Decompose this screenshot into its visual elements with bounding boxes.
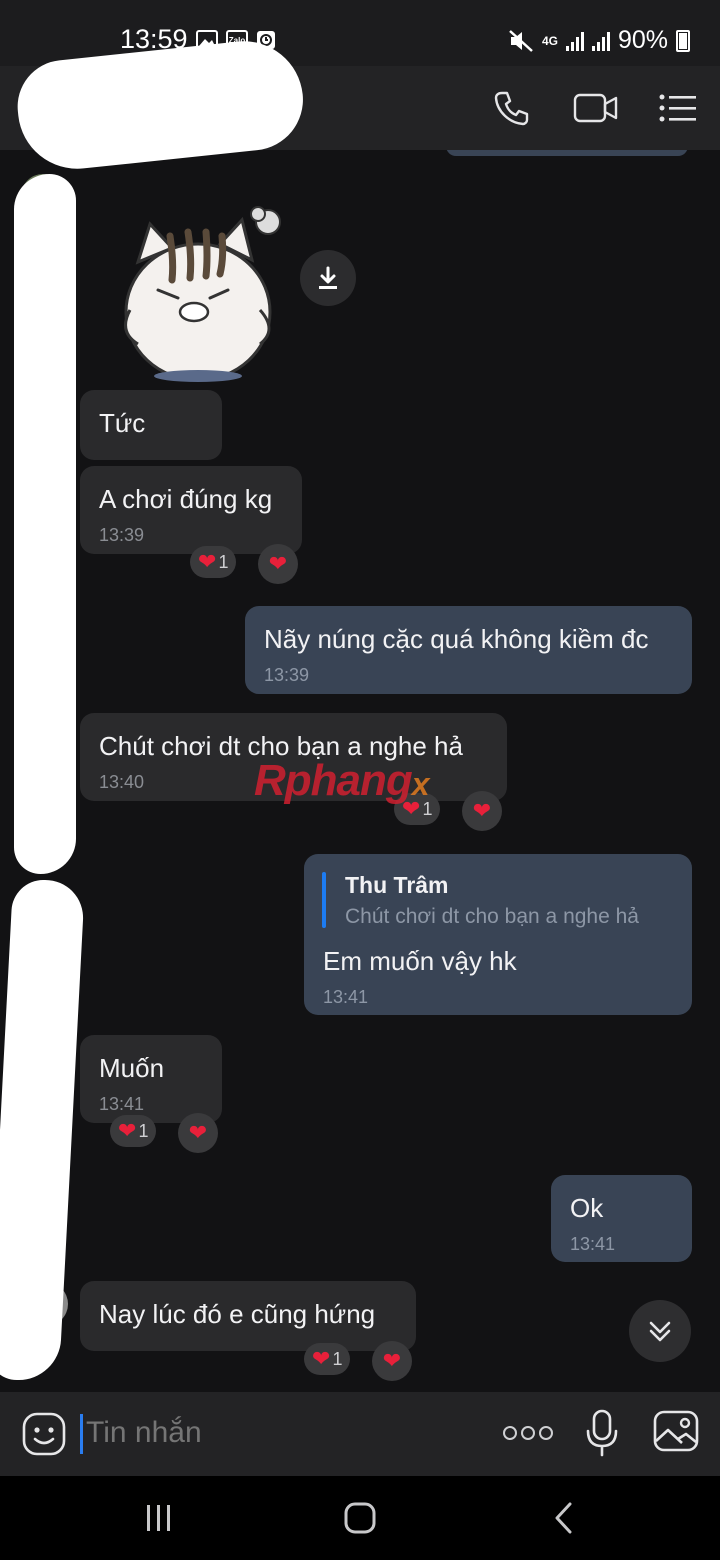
react-heart-button[interactable]: ❤	[372, 1341, 412, 1381]
heart-icon: ❤	[472, 798, 492, 823]
heart-icon: ❤	[382, 1348, 402, 1373]
quote-bar	[322, 872, 326, 928]
message-time: 13:41	[570, 1234, 616, 1254]
more-options-button[interactable]	[503, 1426, 553, 1440]
back-icon	[555, 1502, 572, 1534]
image-icon	[653, 1410, 699, 1452]
emoji-button[interactable]	[22, 1412, 66, 1456]
status-right-icons: 4G 90%	[508, 26, 690, 55]
incoming-message[interactable]: Tức	[80, 390, 222, 460]
reaction-summary[interactable]: ❤ 1	[110, 1115, 157, 1147]
watermark-part2: x	[411, 766, 430, 802]
message-list[interactable]: Tức A chơi đúng kg 13:39 ❤ 1 ❤ Nãy núng c…	[0, 150, 720, 1392]
network-type: 4G	[541, 33, 558, 48]
heart-icon: ❤	[268, 551, 288, 576]
quote-text: Chút chơi dt cho bạn a nghe hả	[345, 905, 639, 928]
watermark-part1: Rphang	[254, 756, 413, 805]
message-text: Nay lúc đó e cũng hứng	[99, 1299, 376, 1329]
message-text: Tức	[99, 408, 146, 438]
chat-options-button[interactable]	[656, 86, 700, 130]
message-text: Ok	[570, 1193, 604, 1223]
sticker-message[interactable]	[110, 202, 290, 384]
signal-icon-2	[591, 31, 610, 51]
angry-cat-sticker	[124, 206, 281, 382]
message-time: 13:39	[99, 525, 145, 545]
recent-apps-icon	[147, 1505, 170, 1531]
previous-message-bubble[interactable]	[446, 150, 688, 156]
redaction-mark	[14, 174, 76, 874]
download-icon	[319, 266, 337, 289]
heart-icon: ❤	[188, 1120, 208, 1145]
react-heart-button[interactable]: ❤	[258, 544, 298, 584]
outgoing-message[interactable]: Nãy núng cặc quá không kiềm đc 13:39	[245, 606, 692, 694]
outgoing-message[interactable]: Ok 13:41	[551, 1175, 692, 1262]
battery-percent: 90%	[617, 26, 668, 54]
incoming-message[interactable]: Muốn 13:41	[80, 1035, 222, 1123]
reaction-count: 1	[218, 551, 229, 572]
home-icon	[344, 1502, 376, 1534]
message-text: A chơi đúng kg	[99, 484, 273, 514]
back-button[interactable]	[548, 1498, 578, 1538]
video-call-button[interactable]	[572, 86, 620, 130]
message-time: 13:41	[323, 987, 369, 1007]
download-button[interactable]	[300, 250, 356, 306]
reaction-count: 1	[138, 1120, 149, 1141]
phone-icon	[494, 91, 529, 126]
mute-icon	[509, 29, 533, 52]
incoming-message[interactable]: A chơi đúng kg 13:39	[80, 466, 302, 554]
react-heart-button[interactable]: ❤	[462, 791, 502, 831]
quoted-message[interactable]: Thu Trâm Chút chơi dt cho bạn a nghe hả	[345, 872, 639, 929]
reaction-summary[interactable]: ❤ 1	[304, 1343, 351, 1375]
microphone-icon	[586, 1409, 618, 1457]
message-text: Em muốn vậy hk	[323, 946, 517, 976]
dot-icon	[503, 1426, 517, 1440]
recent-apps-button[interactable]	[142, 1498, 176, 1538]
signal-icon	[565, 31, 584, 51]
message-time: 13:41	[99, 1094, 145, 1114]
message-time: 13:39	[264, 665, 310, 685]
heart-icon: ❤	[312, 1346, 331, 1371]
emoji-icon	[22, 1412, 66, 1456]
battery-icon	[676, 29, 690, 52]
reaction-count: 1	[332, 1348, 343, 1369]
composer-bar	[0, 1392, 720, 1476]
text-cursor	[80, 1414, 83, 1454]
redaction-mark	[0, 880, 86, 1380]
heart-icon: ❤	[198, 549, 217, 574]
voice-message-button[interactable]	[584, 1408, 620, 1458]
message-input[interactable]	[86, 1416, 466, 1450]
react-heart-button[interactable]: ❤	[178, 1113, 218, 1153]
message-text: Nãy núng cặc quá không kiềm đc	[264, 624, 649, 654]
heart-icon: ❤	[118, 1118, 137, 1143]
chevron-double-down-icon	[649, 1321, 671, 1342]
dot-icon	[539, 1426, 553, 1440]
quote-author: Thu Trâm	[345, 872, 449, 898]
message-text: Muốn	[99, 1053, 165, 1083]
incoming-message[interactable]: Nay lúc đó e cũng hứng	[80, 1281, 416, 1351]
menu-icon	[659, 94, 696, 122]
outgoing-reply-message[interactable]: Thu Trâm Chút chơi dt cho bạn a nghe hả …	[304, 854, 692, 1015]
photo-picker-button[interactable]	[652, 1408, 700, 1456]
reaction-summary[interactable]: ❤ 1	[190, 546, 237, 578]
call-button[interactable]	[490, 86, 534, 130]
video-icon	[573, 93, 618, 123]
system-nav-bar	[0, 1476, 720, 1560]
scroll-to-bottom-button[interactable]	[629, 1300, 691, 1362]
home-button[interactable]	[342, 1498, 378, 1538]
dot-icon	[521, 1426, 535, 1440]
watermark-logo: Rphangx	[254, 756, 430, 806]
